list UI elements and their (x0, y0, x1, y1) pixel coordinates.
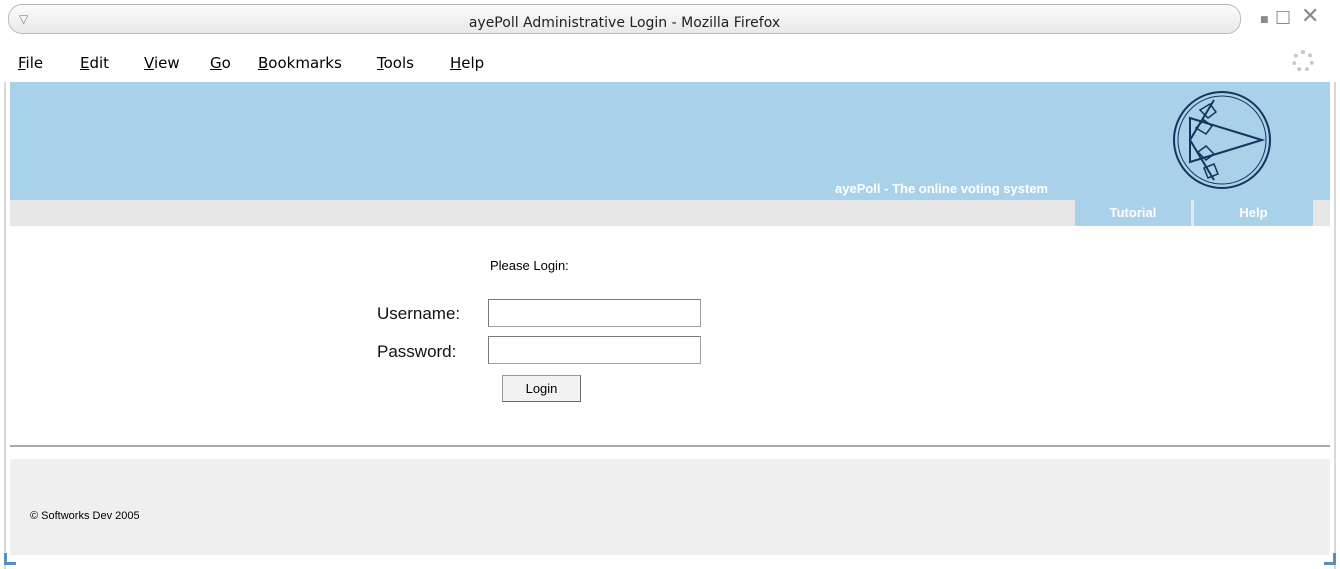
username-label: Username: (377, 304, 461, 323)
throbber-icon (1292, 50, 1314, 72)
nav-tutorial-link[interactable]: Tutorial (1075, 200, 1191, 226)
site-tagline: ayePoll - The online voting system (835, 181, 1049, 196)
menu-tools[interactable]: Tools (377, 54, 414, 72)
close-icon[interactable]: ✕ (1301, 4, 1319, 29)
login-prompt: Please Login: (490, 258, 569, 273)
minimize-icon[interactable]: ■ (1260, 15, 1269, 25)
menu-edit[interactable]: Edit (80, 54, 109, 72)
footer (10, 459, 1330, 555)
menu-bookmarks[interactable]: Bookmarks (258, 54, 342, 72)
window-title-pill[interactable]: ▽ ayePoll Administrative Login - Mozilla… (8, 4, 1241, 34)
window-titlebar: ▽ ayePoll Administrative Login - Mozilla… (0, 0, 1340, 42)
ayepoll-logo (1173, 91, 1271, 189)
login-button[interactable]: Login (502, 375, 581, 402)
footer-divider (10, 445, 1330, 447)
menu-bar: File Edit View Go Bookmarks Tools Help (0, 42, 1340, 82)
copyright-text: © Softworks Dev 2005 (30, 510, 140, 522)
password-label: Password: (377, 342, 457, 361)
site-banner (10, 82, 1330, 200)
window-frame-left (4, 82, 6, 569)
window-corner-right (1324, 553, 1336, 565)
maximize-icon[interactable]: ☐ (1275, 8, 1291, 29)
nav-help-link[interactable]: Help (1194, 200, 1313, 226)
window-corner-left (4, 553, 16, 565)
window-frame-right (1334, 82, 1336, 569)
window-title: ayePoll Administrative Login - Mozilla F… (468, 15, 781, 31)
menu-go[interactable]: Go (210, 54, 231, 72)
menu-view[interactable]: View (144, 54, 180, 72)
menu-file[interactable]: File (18, 54, 43, 72)
password-input[interactable] (488, 336, 701, 364)
menu-help[interactable]: Help (450, 54, 484, 72)
username-input[interactable] (488, 299, 701, 327)
